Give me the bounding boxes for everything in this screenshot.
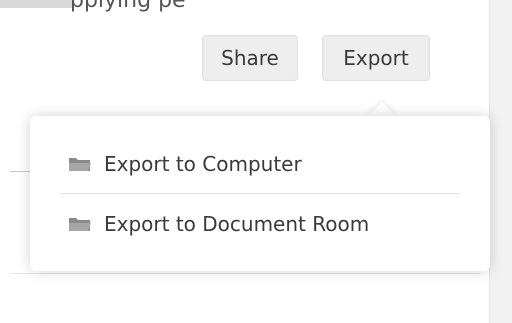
export-button[interactable]: Export <box>322 35 430 81</box>
share-button[interactable]: Share <box>202 35 298 81</box>
cropped-header-text: pplying pe <box>70 0 186 13</box>
background-rule <box>10 273 480 274</box>
dropdown-caret <box>367 102 397 117</box>
folder-icon <box>69 218 91 231</box>
export-to-document-room-item[interactable]: Export to Document Room <box>68 204 369 244</box>
right-side-panel <box>489 0 512 323</box>
menu-item-label: Export to Document Room <box>104 212 370 236</box>
export-to-computer-item[interactable]: Export to Computer <box>68 144 302 184</box>
export-dropdown-menu: Export to Computer Export to Document Ro… <box>30 116 490 271</box>
top-cropped-block <box>0 0 72 8</box>
folder-icon <box>69 158 91 171</box>
menu-item-label: Export to Computer <box>104 152 302 176</box>
menu-divider <box>60 193 460 194</box>
